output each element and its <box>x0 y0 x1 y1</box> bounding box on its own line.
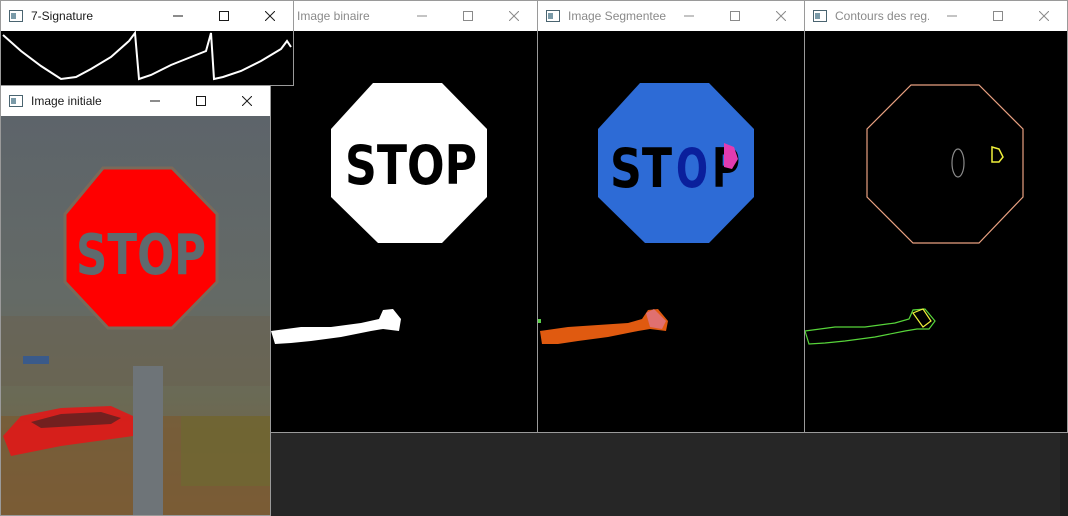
maximize-button[interactable] <box>712 1 758 31</box>
contour-letter-p <box>991 146 1004 163</box>
maximize-button[interactable] <box>975 1 1021 31</box>
window-signature[interactable]: 7-Signature <box>0 0 294 86</box>
segment-text-st: ST <box>610 137 672 200</box>
minimize-icon <box>417 15 427 17</box>
titlebar[interactable]: Image Segmentee <box>538 1 804 31</box>
signature-plot <box>1 31 293 85</box>
maximize-icon <box>463 11 473 21</box>
window-title: Contours des reg... <box>835 9 929 23</box>
minimize-icon <box>150 100 160 102</box>
contour-car-outline <box>805 308 936 345</box>
minimize-button[interactable] <box>666 1 712 31</box>
app-window-icon <box>546 10 560 22</box>
app-window-icon <box>813 10 827 22</box>
contours-image-canvas <box>805 31 1067 432</box>
close-icon <box>509 11 519 21</box>
close-button[interactable] <box>1021 1 1067 31</box>
minimize-icon <box>947 15 957 17</box>
titlebar[interactable]: Image initiale <box>1 86 270 116</box>
maximize-button[interactable] <box>178 86 224 116</box>
signature-curve <box>2 31 292 81</box>
window-title: Image binaire <box>297 9 370 23</box>
minimize-button[interactable] <box>155 1 201 31</box>
close-icon <box>265 11 275 21</box>
minimize-button[interactable] <box>399 1 445 31</box>
maximize-button[interactable] <box>201 1 247 31</box>
window-contours[interactable]: Contours des reg... <box>804 0 1068 433</box>
desktop-edge <box>1060 432 1068 516</box>
segmented-image-canvas: ST O P <box>538 31 804 432</box>
maximize-icon <box>219 11 229 21</box>
titlebar[interactable]: Image binaire <box>271 1 537 31</box>
initial-image-canvas: STOP <box>1 116 270 515</box>
scene-foliage-green <box>181 416 270 486</box>
app-window-icon <box>9 95 23 107</box>
window-image-segmentee[interactable]: Image Segmentee ST O P <box>537 0 805 433</box>
close-icon <box>1039 11 1049 21</box>
app-window-icon <box>9 10 23 22</box>
binary-image-canvas: STOP <box>271 31 537 432</box>
stop-sign-text: STOP <box>76 223 206 288</box>
close-button[interactable] <box>224 86 270 116</box>
contour-letter-o <box>951 148 965 178</box>
minimize-icon <box>684 15 694 17</box>
binary-sign-text: STOP <box>345 134 477 197</box>
contour-car-roof <box>912 308 932 328</box>
blue-plate <box>23 356 49 364</box>
titlebar[interactable]: 7-Signature <box>1 1 293 31</box>
window-image-initiale[interactable]: Image initiale STOP <box>0 85 271 516</box>
maximize-button[interactable] <box>445 1 491 31</box>
maximize-icon <box>196 96 206 106</box>
titlebar[interactable]: Contours des reg... <box>805 1 1067 31</box>
window-image-binaire[interactable]: Image binaire STOP <box>270 0 538 433</box>
close-button[interactable] <box>247 1 293 31</box>
binary-car-blob <box>271 309 401 344</box>
close-icon <box>242 96 252 106</box>
contour-sign-outline <box>866 84 1024 244</box>
maximize-icon <box>993 11 1003 21</box>
window-title: Image initiale <box>31 94 102 108</box>
minimize-button[interactable] <box>132 86 178 116</box>
maximize-icon <box>730 11 740 21</box>
window-title: Image Segmentee <box>568 9 666 23</box>
minimize-icon <box>173 15 183 17</box>
segment-car-dot <box>538 319 541 323</box>
close-button[interactable] <box>491 1 537 31</box>
close-button[interactable] <box>758 1 804 31</box>
minimize-button[interactable] <box>929 1 975 31</box>
segment-letter-o: O <box>676 137 708 200</box>
close-icon <box>776 11 786 21</box>
sign-pole <box>133 366 163 515</box>
window-title: 7-Signature <box>31 9 94 23</box>
